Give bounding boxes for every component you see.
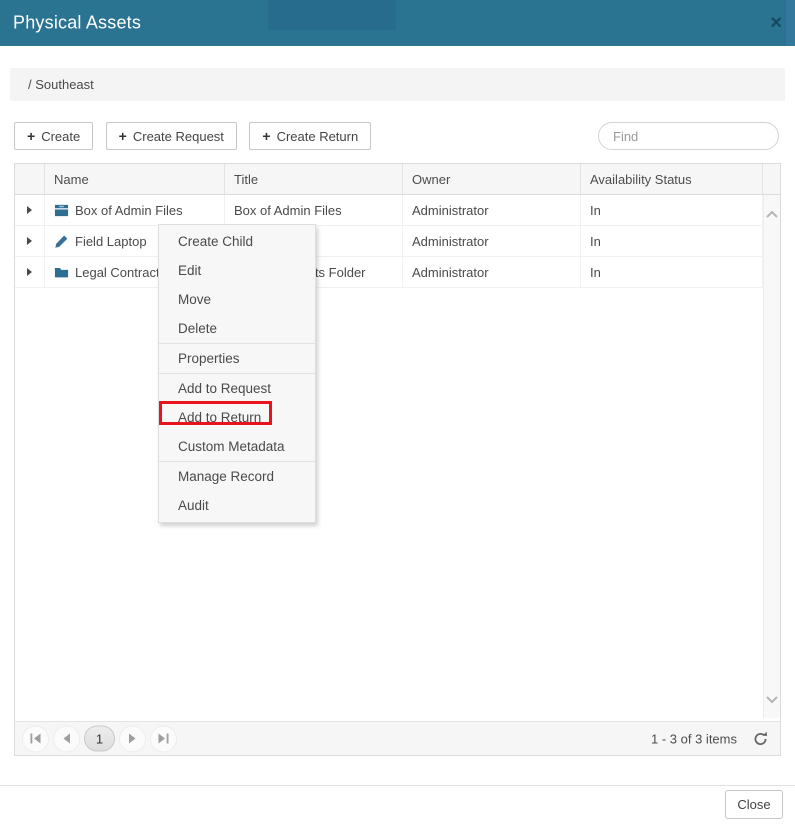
scroll-up-icon[interactable] — [766, 205, 778, 223]
menu-item-audit[interactable]: Audit — [159, 491, 315, 520]
asset-status: In — [581, 257, 763, 287]
asset-owner: Administrator — [403, 257, 581, 287]
column-header-title[interactable]: Title — [225, 164, 403, 194]
next-page-button[interactable] — [119, 725, 146, 752]
menu-item-delete[interactable]: Delete — [159, 314, 315, 343]
first-page-icon — [30, 734, 41, 744]
header-shade — [268, 0, 396, 30]
pager-status-text: 1 - 3 of 3 items — [651, 731, 737, 746]
create-return-button[interactable]: + Create Return — [249, 122, 371, 150]
grid-header-row: Name Title Owner Availability Status — [15, 164, 780, 195]
folder-icon — [54, 265, 69, 280]
asset-status: In — [581, 195, 763, 225]
next-page-icon — [128, 734, 137, 744]
box-icon — [54, 203, 69, 218]
asset-owner: Administrator — [403, 226, 581, 256]
column-expander — [15, 164, 45, 194]
close-button[interactable]: Close — [725, 790, 783, 819]
toolbar: + Create + Create Request + Create Retur… — [14, 122, 781, 152]
expand-arrow-icon[interactable] — [27, 206, 32, 214]
physical-assets-dialog: Physical Assets × / Southeast + Create +… — [0, 0, 795, 828]
current-page-button[interactable]: 1 — [84, 726, 115, 752]
find-input[interactable] — [598, 122, 779, 150]
assets-grid: Name Title Owner Availability Status Box… — [14, 163, 781, 756]
column-header-name[interactable]: Name — [45, 164, 225, 194]
table-row[interactable]: Box of Admin Files Box of Admin Files Ad… — [15, 195, 780, 226]
menu-item-custom-metadata[interactable]: Custom Metadata — [159, 432, 315, 461]
close-icon[interactable]: × — [770, 13, 782, 33]
table-row[interactable]: Legal Contracts Legal Contracts Folder A… — [15, 257, 780, 288]
dialog-header: Physical Assets × — [0, 0, 795, 46]
create-return-button-label: Create Return — [277, 129, 359, 144]
dialog-title: Physical Assets — [13, 13, 141, 34]
plus-icon: + — [119, 128, 127, 144]
asset-owner: Administrator — [403, 195, 581, 225]
asset-name: Box of Admin Files — [75, 203, 183, 218]
pencil-icon — [54, 234, 69, 249]
vertical-scrollbar[interactable] — [763, 195, 780, 718]
menu-item-properties[interactable]: Properties — [159, 344, 315, 373]
asset-status: In — [581, 226, 763, 256]
breadcrumb: / Southeast — [10, 68, 785, 101]
refresh-icon — [752, 730, 769, 747]
column-header-owner[interactable]: Owner — [403, 164, 581, 194]
create-request-button[interactable]: + Create Request — [106, 122, 237, 150]
create-button[interactable]: + Create — [14, 122, 93, 150]
first-page-button[interactable] — [22, 725, 49, 752]
column-header-availability-status[interactable]: Availability Status — [581, 164, 763, 194]
last-page-button[interactable] — [150, 725, 177, 752]
menu-item-add-to-request[interactable]: Add to Request — [159, 374, 315, 403]
table-row[interactable]: Field Laptop Field Laptop Administrator … — [15, 226, 780, 257]
context-menu: Create Child Edit Move Delete Properties… — [158, 224, 316, 523]
column-header-spacer — [763, 164, 780, 194]
expand-arrow-icon[interactable] — [27, 237, 32, 245]
menu-item-manage-record[interactable]: Manage Record — [159, 462, 315, 491]
previous-page-icon — [62, 734, 71, 744]
asset-name: Legal Contracts — [75, 265, 166, 280]
create-button-label: Create — [41, 129, 80, 144]
refresh-button[interactable] — [752, 730, 769, 747]
create-request-button-label: Create Request — [133, 129, 224, 144]
footer-divider — [0, 785, 795, 786]
menu-item-move[interactable]: Move — [159, 285, 315, 314]
scroll-down-icon[interactable] — [766, 690, 778, 708]
plus-icon: + — [262, 128, 270, 144]
asset-title: Box of Admin Files — [225, 195, 403, 225]
plus-icon: + — [27, 128, 35, 144]
last-page-icon — [158, 734, 169, 744]
menu-item-add-to-return[interactable]: Add to Return — [159, 403, 315, 432]
pager: 1 1 - 3 of 3 items — [15, 721, 780, 755]
menu-item-edit[interactable]: Edit — [159, 256, 315, 285]
breadcrumb-path: / Southeast — [28, 77, 94, 92]
expand-arrow-icon[interactable] — [27, 268, 32, 276]
menu-item-create-child[interactable]: Create Child — [159, 227, 315, 256]
previous-page-button[interactable] — [53, 725, 80, 752]
header-edge-strip — [786, 0, 795, 46]
asset-name: Field Laptop — [75, 234, 147, 249]
